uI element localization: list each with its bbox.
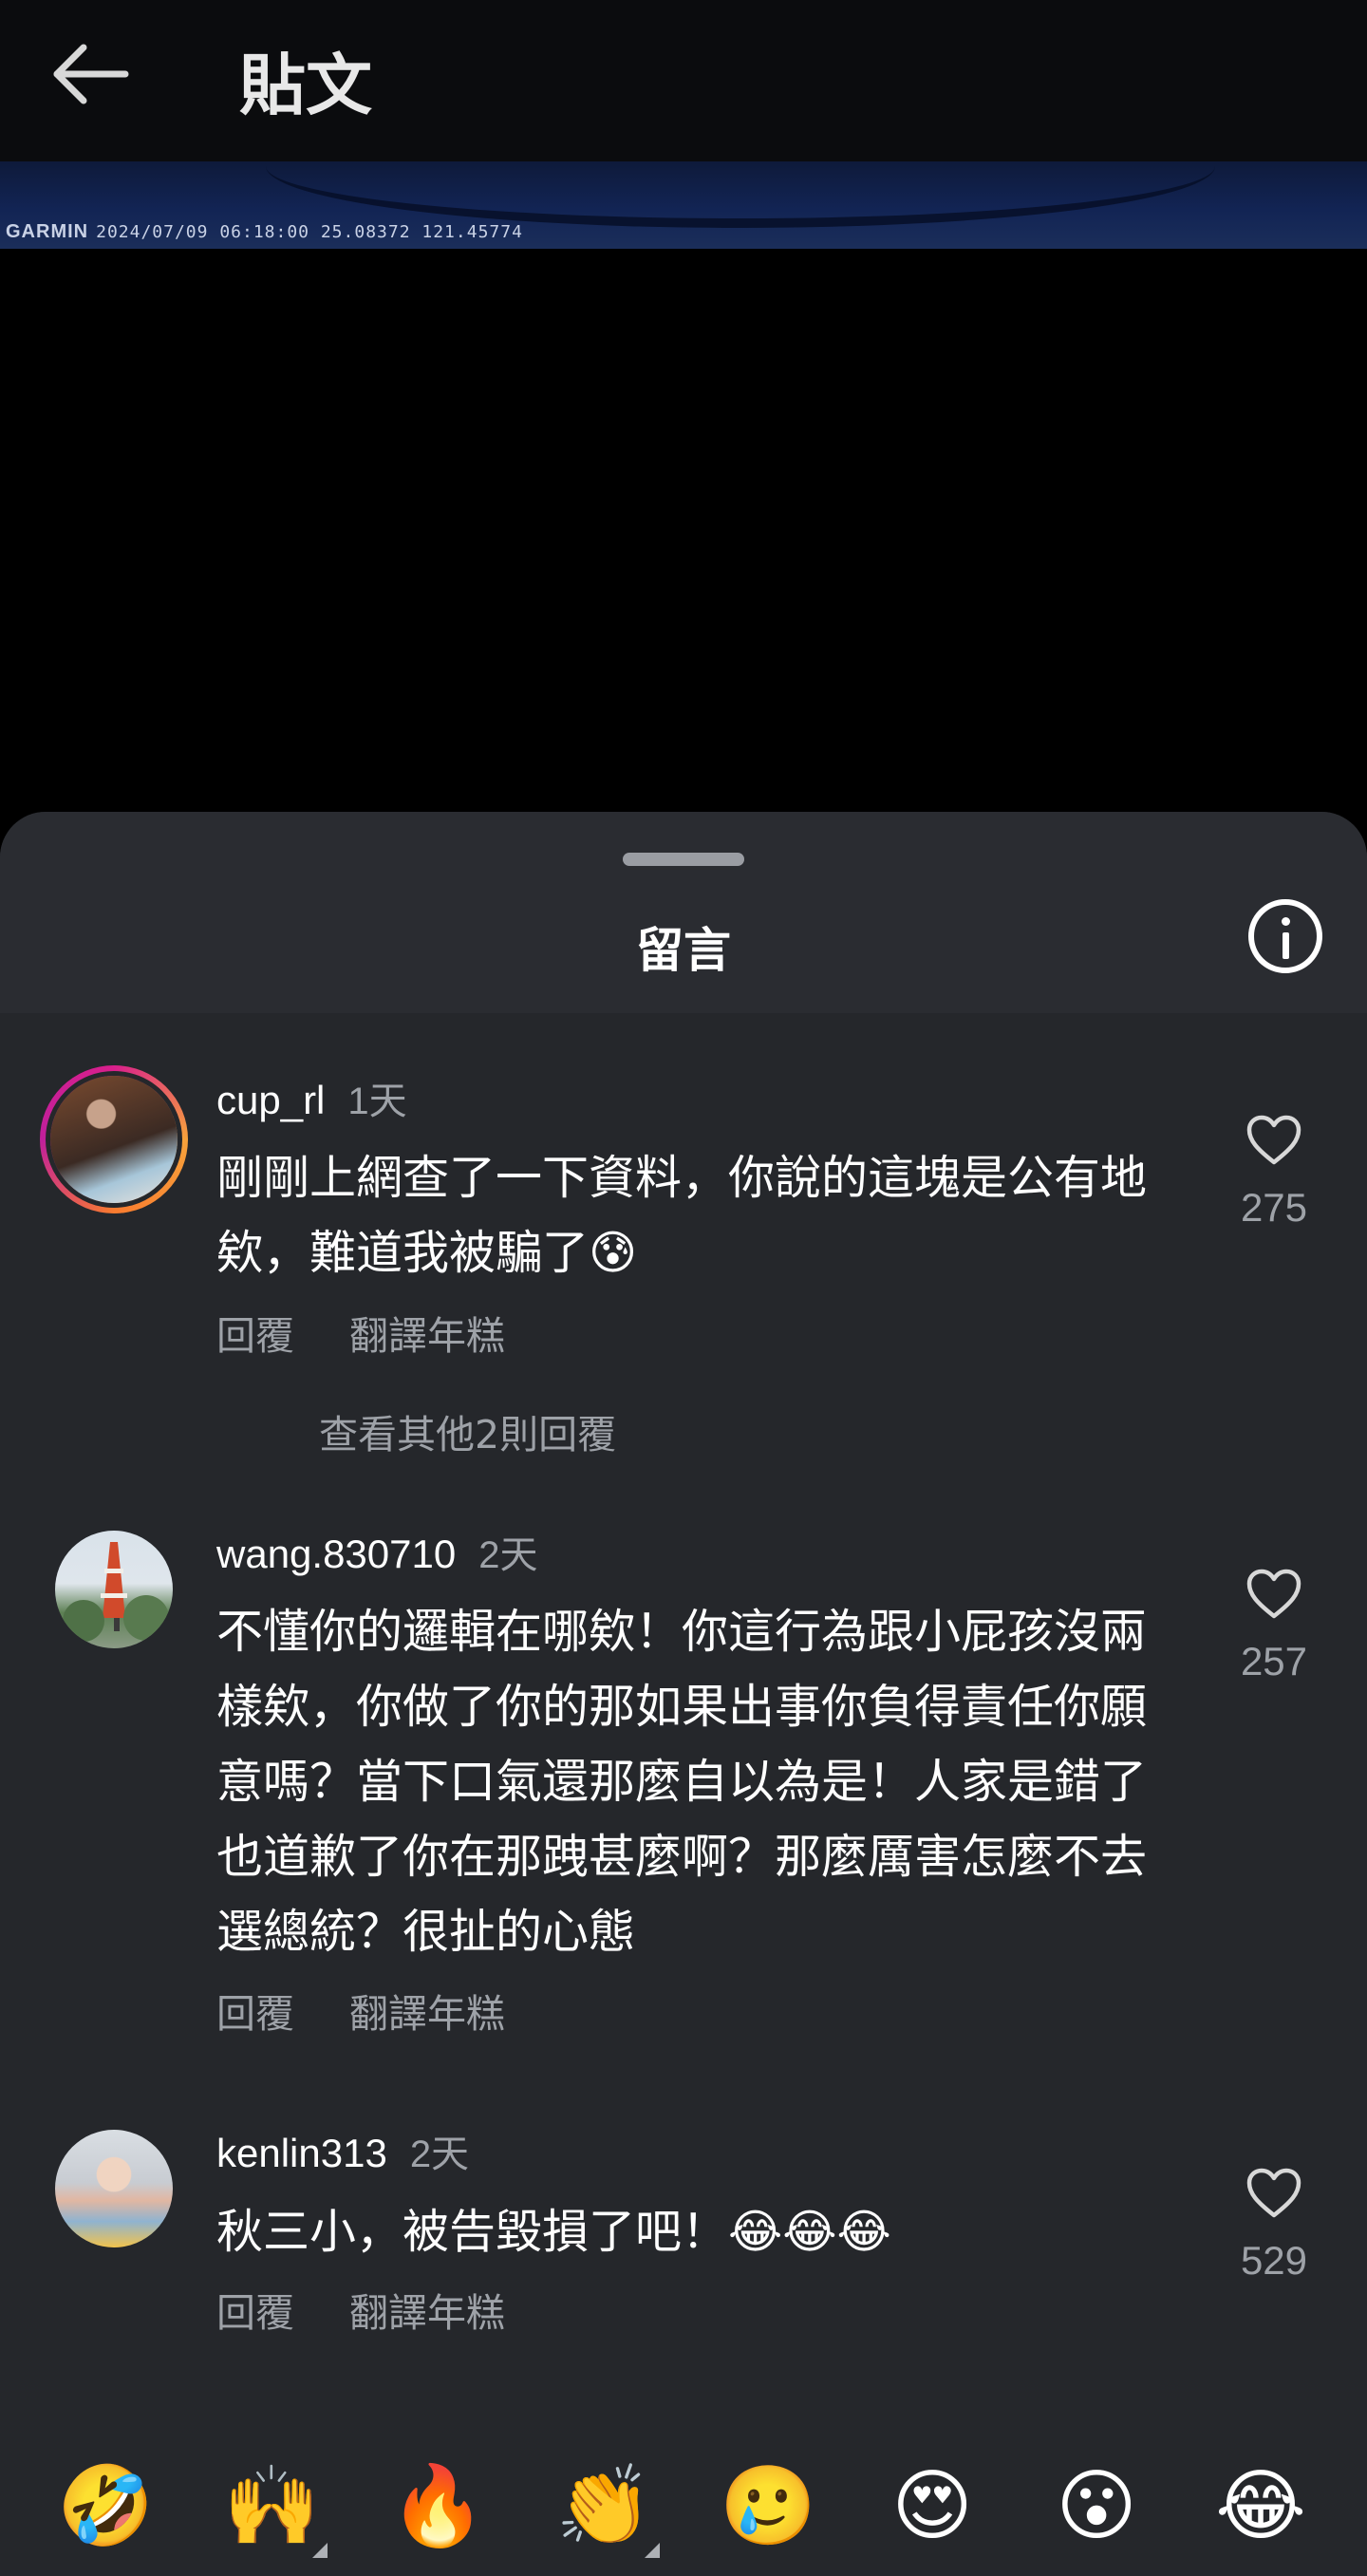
post-media[interactable]: GARMIN 2024/07/09 06:18:00 25.08372 121.4… <box>0 161 1367 249</box>
info-button[interactable] <box>1248 899 1322 973</box>
skin-tone-indicator-icon <box>312 2543 328 2558</box>
avatar[interactable] <box>40 1065 188 1213</box>
comments-sheet-header: 留言 <box>0 812 1367 1013</box>
emoji-smiling-tear-button[interactable]: 🥲 <box>720 2459 816 2554</box>
translate-button[interactable]: 翻譯年糕 <box>349 1313 505 1359</box>
emoji-raised-hands-button[interactable]: 🙌 <box>223 2459 328 2558</box>
emoji-heart-eyes-button[interactable]: 😍 <box>885 2459 980 2554</box>
comment-time: 2天 <box>409 2134 470 2175</box>
like-button[interactable]: 275 <box>1234 1114 1314 1231</box>
avatar-image <box>50 1076 178 1203</box>
reply-button[interactable]: 回覆 <box>216 1313 294 1359</box>
avatar[interactable] <box>55 2130 173 2247</box>
emoji-fire-button[interactable]: 🔥 <box>389 2459 486 2554</box>
like-button[interactable]: 257 <box>1234 1568 1314 1684</box>
comment-time: 2天 <box>478 1534 538 1576</box>
comment-actions: 回覆 翻譯年糕 <box>216 1304 505 1361</box>
comment-time: 1天 <box>347 1081 407 1122</box>
comment-username[interactable]: wang.830710 2天 <box>216 1524 537 1579</box>
media-caption-brand: GARMIN <box>6 221 89 242</box>
username-text[interactable]: wang.830710 <box>216 1532 456 1576</box>
like-count: 275 <box>1240 1185 1308 1230</box>
emoji-raised-hands: 🙌 <box>223 2463 321 2549</box>
comments-sheet: 留言 cup_rl 1天 剛剛上網查了一下資料，你說的這塊是公有地欸，難道我被騙了… <box>0 812 1367 2576</box>
media-arc <box>266 161 1215 228</box>
heart-icon <box>1246 1569 1301 1619</box>
comment-actions: 回覆 翻譯年糕 <box>216 1982 505 2039</box>
emoji-surprised-button[interactable]: 😮 <box>1049 2459 1144 2554</box>
username-text[interactable]: kenlin313 <box>216 2131 387 2175</box>
back-button[interactable] <box>46 36 140 112</box>
comment-text: 不懂你的邏輯在哪欸！你這行為跟小屁孩沒兩樣欸，你做了你的那如果出事你負得責任你願… <box>216 1605 1148 1959</box>
emoji-clap: 👏 <box>555 2463 653 2549</box>
emoji-quick-bar: 🤣 🙌 🔥 👏 🥲 😍 😮 😂 <box>0 2431 1367 2576</box>
media-caption-text: 2024/07/09 06:18:00 25.08372 121.45774 <box>96 222 523 242</box>
reply-button[interactable]: 回覆 <box>216 1991 294 2037</box>
reply-button[interactable]: 回覆 <box>216 2290 294 2336</box>
emoji-rofl-button[interactable]: 🤣 <box>57 2459 154 2554</box>
comments-title: 留言 <box>636 923 731 978</box>
like-count: 529 <box>1240 2238 1308 2283</box>
drag-handle[interactable] <box>623 853 744 866</box>
view-more-replies[interactable]: 查看其他2則回覆 <box>319 1402 616 1459</box>
skin-tone-indicator-icon <box>645 2543 660 2558</box>
like-count: 257 <box>1240 1639 1308 1683</box>
avatar[interactable] <box>55 1531 173 1648</box>
comment-text: 秋三小，被告毀損了吧！😂😂😂 <box>216 2205 891 2259</box>
arrow-left-icon <box>53 44 129 104</box>
top-bar: 貼文 <box>0 0 1367 161</box>
heart-icon <box>1246 2168 1301 2218</box>
translate-button[interactable]: 翻譯年糕 <box>349 1991 505 2037</box>
emoji-joy-button[interactable]: 😂 <box>1213 2459 1308 2554</box>
comment-username[interactable]: cup_rl 1天 <box>216 1070 407 1125</box>
emoji-clap-button[interactable]: 👏 <box>555 2459 660 2558</box>
translate-button[interactable]: 翻譯年糕 <box>349 2290 505 2336</box>
username-text[interactable]: cup_rl <box>216 1078 325 1122</box>
comment-username[interactable]: kenlin313 2天 <box>216 2123 469 2178</box>
comment-text: 剛剛上網查了一下資料，你說的這塊是公有地欸，難道我被騙了😰 <box>216 1151 1148 1280</box>
comment-actions: 回覆 翻譯年糕 <box>216 2281 505 2338</box>
avatar-image <box>55 1531 173 1648</box>
media-caption: GARMIN 2024/07/09 06:18:00 25.08372 121.4… <box>6 221 523 243</box>
like-button[interactable]: 529 <box>1234 2167 1314 2284</box>
media-background <box>0 249 1367 818</box>
page-title: 貼文 <box>239 47 372 124</box>
avatar-image <box>55 2130 173 2247</box>
heart-icon <box>1246 1115 1301 1165</box>
